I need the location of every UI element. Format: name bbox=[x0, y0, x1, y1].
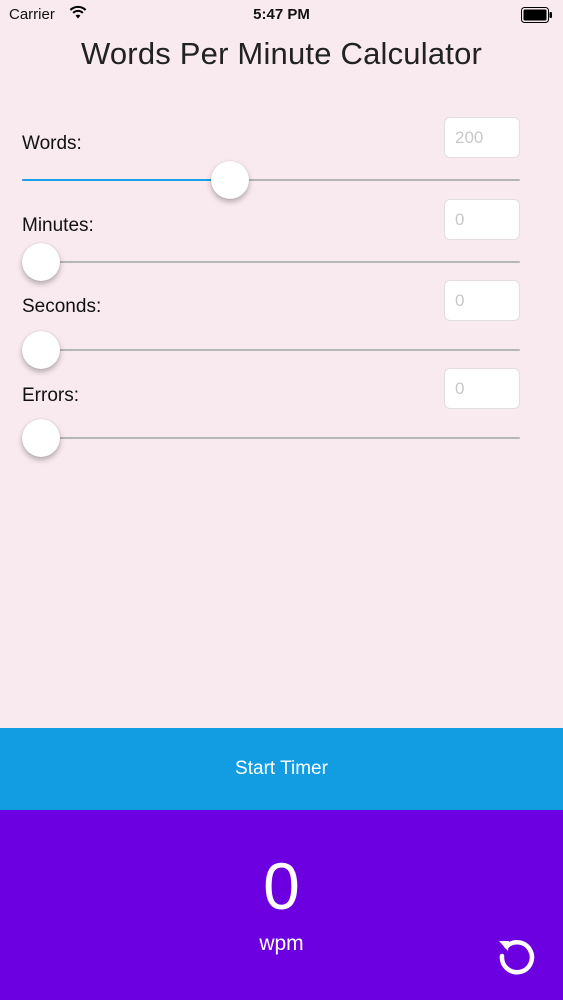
status-time: 5:47 PM bbox=[253, 6, 310, 23]
slider-fill bbox=[22, 179, 230, 181]
wpm-unit-label: wpm bbox=[259, 932, 304, 955]
seconds-input[interactable]: 0 bbox=[444, 280, 520, 321]
slider-thumb[interactable] bbox=[210, 161, 249, 199]
slider-thumb[interactable] bbox=[22, 419, 60, 457]
words-input[interactable]: 200 bbox=[444, 117, 520, 158]
slider-track bbox=[22, 437, 520, 439]
page-title: Words Per Minute Calculator bbox=[80, 36, 483, 71]
errors-slider[interactable] bbox=[22, 418, 520, 458]
result-panel: 0 wpm bbox=[0, 810, 563, 1000]
slider-thumb[interactable] bbox=[22, 243, 60, 281]
words-label: Words: bbox=[22, 133, 82, 154]
minutes-input[interactable]: 0 bbox=[444, 199, 520, 240]
wpm-value: 0 bbox=[263, 849, 300, 923]
start-timer-button[interactable]: Start Timer bbox=[0, 728, 563, 810]
seconds-label: Seconds: bbox=[22, 296, 102, 317]
reset-icon[interactable] bbox=[494, 932, 540, 978]
seconds-slider[interactable] bbox=[22, 330, 520, 370]
words-slider[interactable] bbox=[22, 160, 520, 200]
errors-input[interactable]: 0 bbox=[444, 368, 520, 409]
minutes-label: Minutes: bbox=[22, 215, 94, 236]
minutes-slider[interactable] bbox=[22, 242, 520, 282]
slider-track bbox=[22, 261, 520, 263]
battery-icon bbox=[521, 7, 552, 23]
slider-track bbox=[22, 349, 520, 351]
slider-thumb[interactable] bbox=[22, 331, 60, 369]
status-bar: Carrier 5:47 PM bbox=[0, 0, 563, 30]
errors-label: Errors: bbox=[22, 385, 79, 406]
